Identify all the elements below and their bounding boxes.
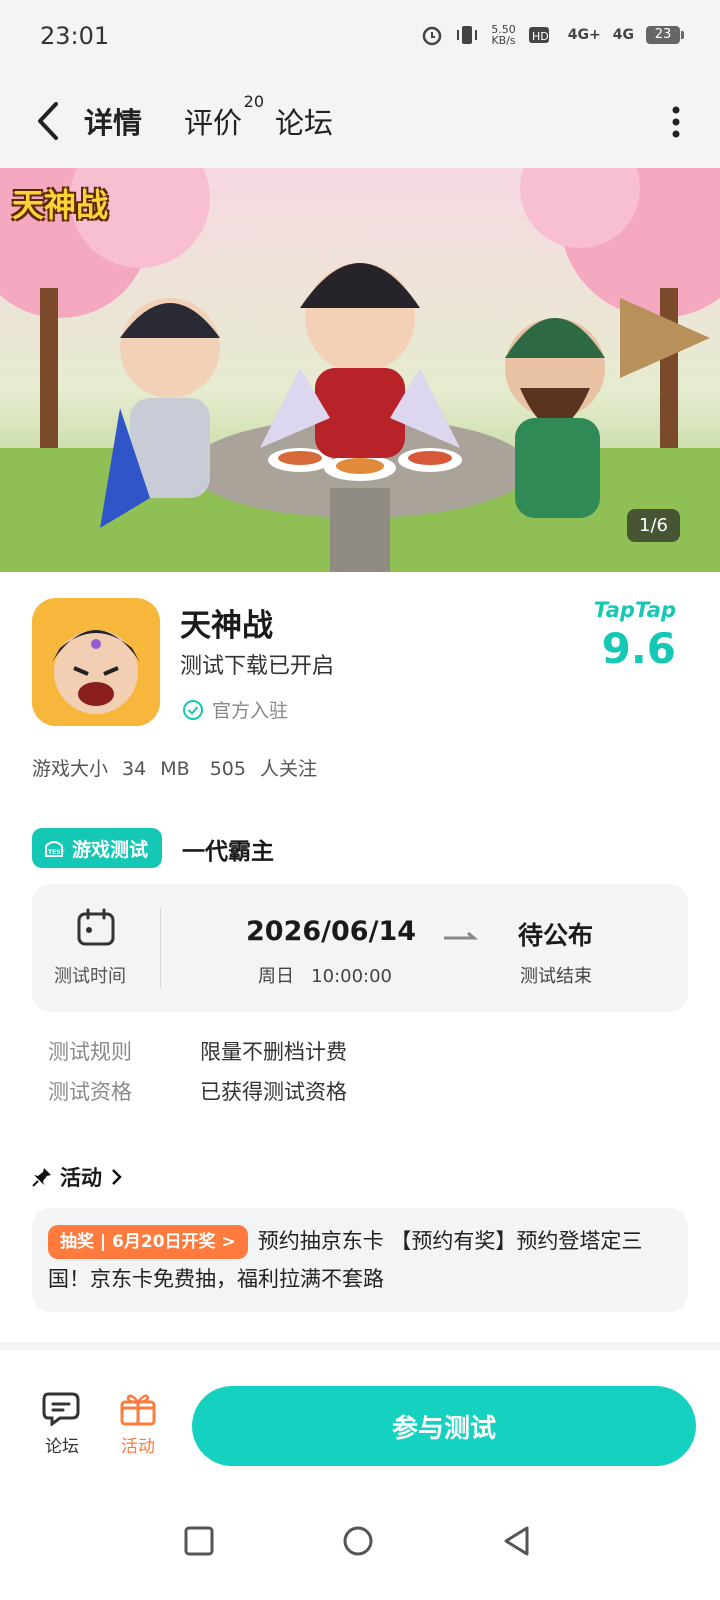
status-icons: 5.50 KB/s HD 4G+ 4G 23 bbox=[421, 23, 684, 47]
join-test-button[interactable]: 参与测试 bbox=[192, 1386, 696, 1466]
app-name: 天神战 bbox=[180, 608, 273, 644]
rule-row: 测试资格 已获得测试资格 bbox=[48, 1080, 347, 1104]
back-icon[interactable] bbox=[28, 96, 68, 146]
back-nav-icon[interactable] bbox=[500, 1524, 534, 1558]
signal-2-label: 4G bbox=[612, 27, 634, 43]
end-status: 待公布 bbox=[518, 921, 594, 950]
app-icon[interactable] bbox=[32, 598, 160, 726]
alarm-icon bbox=[423, 26, 442, 46]
banner-carousel[interactable]: 天神战 1/6 bbox=[0, 168, 720, 572]
followers-value: 505 bbox=[209, 758, 246, 780]
status-time: 23:01 bbox=[40, 22, 110, 50]
pin-icon bbox=[32, 1168, 51, 1187]
net-speed: 5.50 KB/s bbox=[491, 23, 516, 47]
size-value: 34 bbox=[122, 758, 147, 780]
home-icon[interactable] bbox=[341, 1524, 375, 1558]
signal-1-label: 4G+ bbox=[567, 27, 601, 43]
gift-icon bbox=[120, 1394, 156, 1426]
svg-text:HD: HD bbox=[532, 30, 549, 43]
followers-label: 人关注 bbox=[259, 758, 317, 780]
size-unit: MB bbox=[160, 758, 190, 780]
more-icon[interactable] bbox=[672, 104, 680, 140]
rating-score[interactable]: 9.6 bbox=[602, 624, 676, 673]
test-rules: 测试规则 限量不删档计费 测试资格 已获得测试资格 bbox=[48, 1032, 347, 1112]
test-name: 一代霸主 bbox=[182, 839, 274, 865]
battery-icon: 23 bbox=[646, 26, 684, 44]
status-bar: 23:01 5.50 KB/s HD 4G+ 4G 23 bbox=[0, 0, 720, 76]
start-weekday-time: 周日 10:00:00 bbox=[258, 966, 393, 987]
vibrate-icon bbox=[457, 26, 478, 44]
arrow-right-icon bbox=[444, 931, 478, 940]
rule-row: 测试规则 限量不删档计费 bbox=[48, 1040, 347, 1064]
system-nav-bar bbox=[0, 1480, 720, 1600]
banner-illustration bbox=[0, 168, 720, 572]
forum-icon bbox=[42, 1392, 80, 1426]
app-icon-art bbox=[32, 598, 160, 726]
test-icon: TEST bbox=[45, 841, 66, 857]
svg-text:TEST: TEST bbox=[48, 849, 66, 856]
official-verified: 官方入驻 bbox=[182, 696, 288, 723]
bottom-action-bar: 论坛 活动 参与测试 bbox=[0, 1350, 720, 1480]
recents-icon[interactable] bbox=[182, 1524, 216, 1558]
banner-counter: 1/6 bbox=[627, 509, 680, 542]
bottom-forum-button[interactable]: 论坛 bbox=[32, 1390, 92, 1457]
app-subtitle: 测试下载已开启 bbox=[180, 654, 335, 679]
start-date: 2026/06/14 bbox=[246, 916, 417, 947]
taptap-logo: TapTap bbox=[593, 598, 676, 622]
check-circle-icon bbox=[183, 699, 203, 720]
bottom-activity-button[interactable]: 活动 bbox=[108, 1390, 168, 1457]
activity-header[interactable]: 活动 bbox=[32, 1162, 124, 1192]
tab-forum[interactable]: 论坛 bbox=[275, 100, 333, 142]
banner-logo: 天神战 bbox=[12, 186, 109, 224]
tab-review[interactable]: 评价 20 bbox=[184, 92, 264, 142]
game-meta: 游戏大小 34 MB 505 人关注 bbox=[32, 754, 331, 781]
divider bbox=[160, 908, 161, 988]
activity-card[interactable]: 抽奖 | 6月20日开奖 > 预约抽京东卡 【预约有奖】预约登塔定三国！京东卡免费… bbox=[32, 1208, 688, 1312]
test-time-card: 测试时间 2026/06/14 周日 10:00:00 待公布 测试结束 bbox=[32, 884, 688, 1012]
end-label: 测试结束 bbox=[520, 966, 592, 987]
top-nav: 详情 评价 20 论坛 bbox=[0, 76, 720, 168]
hd-icon: HD bbox=[528, 27, 549, 43]
calendar-icon bbox=[77, 908, 115, 946]
game-test-badge: TEST 游戏测试 bbox=[32, 828, 163, 868]
section-separator bbox=[0, 1342, 720, 1350]
tab-detail[interactable]: 详情 bbox=[80, 100, 147, 142]
review-count: 20 bbox=[243, 92, 265, 111]
lottery-tag[interactable]: 抽奖 | 6月20日开奖 > bbox=[48, 1225, 248, 1259]
test-time-label: 测试时间 bbox=[54, 966, 126, 987]
size-label: 游戏大小 bbox=[32, 758, 109, 780]
chevron-right-icon bbox=[112, 1169, 122, 1185]
